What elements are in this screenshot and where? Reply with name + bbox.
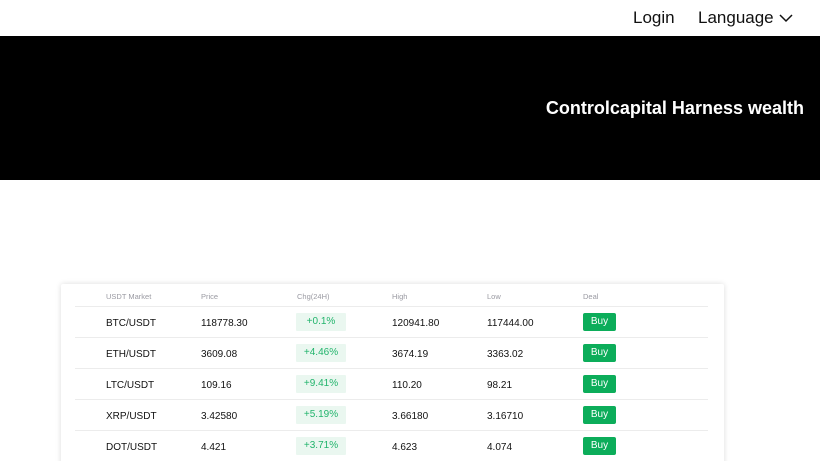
column-header-high: High: [392, 292, 408, 301]
high-value: 3674.19: [392, 349, 429, 360]
hero-title: Controlcapital Harness wealth: [545, 98, 804, 118]
hero-banner: Controlcapital Harness wealth: [0, 36, 820, 180]
language-selector[interactable]: Language: [698, 8, 793, 28]
change-badge: +9.41%: [296, 375, 346, 393]
low-value: 3.16710: [487, 411, 524, 422]
table-row[interactable]: LTC/USDT 109.16 +9.41% 110.20 98.21 Buy: [75, 369, 708, 400]
pair-name: BTC/USDT: [106, 318, 156, 329]
buy-button[interactable]: Buy: [583, 344, 616, 362]
column-header-deal: Deal: [583, 292, 599, 301]
price-value: 3609.08: [201, 349, 238, 360]
pair-name: LTC/USDT: [106, 380, 155, 391]
market-table: USDT Market Price Chg(24H) High Low Deal…: [61, 284, 724, 461]
pair-name: DOT/USDT: [106, 442, 158, 453]
buy-button[interactable]: Buy: [583, 437, 616, 455]
pair-name: XRP/USDT: [106, 411, 157, 422]
column-header-price: Price: [201, 292, 219, 301]
change-badge: +0.1%: [296, 313, 346, 331]
change-badge: +5.19%: [296, 406, 346, 424]
high-value: 120941.80: [392, 318, 440, 329]
table-row[interactable]: ETH/USDT 3609.08 +4.46% 3674.19 3363.02 …: [75, 338, 708, 369]
price-value: 4.421: [201, 442, 227, 453]
login-link[interactable]: Login: [633, 8, 675, 28]
high-value: 4.623: [392, 442, 418, 453]
column-header-low: Low: [487, 292, 501, 301]
low-value: 4.074: [487, 442, 513, 453]
change-badge: +3.71%: [296, 437, 346, 455]
buy-button[interactable]: Buy: [583, 406, 616, 424]
column-header-market: USDT Market: [106, 292, 152, 301]
low-value: 98.21: [487, 380, 513, 391]
high-value: 110.20: [392, 380, 422, 391]
language-label: Language: [698, 8, 774, 27]
chevron-down-icon: [779, 14, 793, 23]
table-row[interactable]: XRP/USDT 3.42580 +5.19% 3.66180 3.16710 …: [75, 400, 708, 431]
column-header-change: Chg(24H): [297, 292, 330, 301]
table-row[interactable]: DOT/USDT 4.421 +3.71% 4.623 4.074 Buy: [75, 431, 708, 461]
price-value: 118778.30: [201, 318, 248, 329]
price-value: 109.16: [201, 380, 232, 391]
buy-button[interactable]: Buy: [583, 313, 616, 331]
change-badge: +4.46%: [296, 344, 346, 362]
price-value: 3.42580: [201, 411, 238, 422]
table-header: USDT Market Price Chg(24H) High Low Deal: [75, 284, 708, 307]
top-navigation: Login Language: [0, 0, 820, 36]
low-value: 117444.00: [487, 318, 534, 329]
table-row[interactable]: BTC/USDT 118778.30 +0.1% 120941.80 11744…: [75, 307, 708, 338]
pair-name: ETH/USDT: [106, 349, 156, 360]
high-value: 3.66180: [392, 411, 429, 422]
buy-button[interactable]: Buy: [583, 375, 616, 393]
low-value: 3363.02: [487, 349, 524, 360]
